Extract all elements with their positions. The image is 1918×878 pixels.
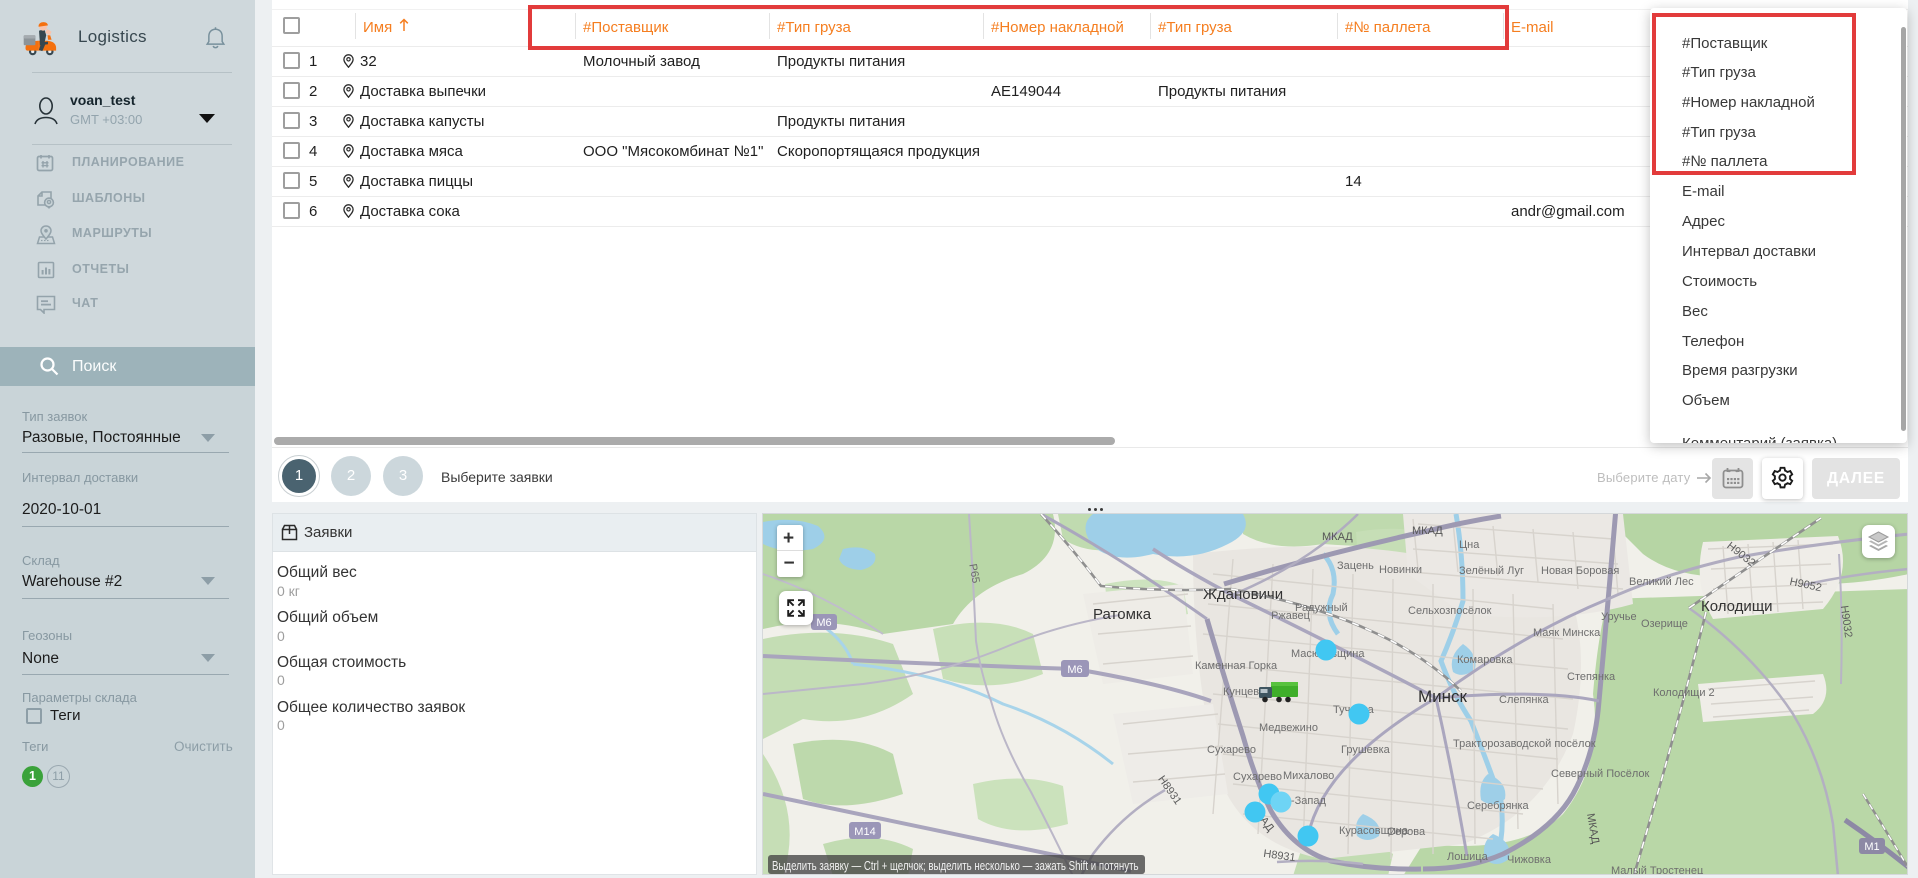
svg-text:Озерище: Озерище bbox=[1641, 618, 1688, 630]
svg-text:Цна: Цна bbox=[1459, 539, 1480, 551]
svg-text:Каменная Горка: Каменная Горка bbox=[1195, 660, 1278, 672]
svg-text:Северный Посёлок: Северный Посёлок bbox=[1551, 768, 1650, 780]
svg-text:Ратомка: Ратомка bbox=[1093, 606, 1152, 623]
svg-text:М14: М14 bbox=[854, 826, 875, 838]
svg-text:Серебрянка: Серебрянка bbox=[1467, 800, 1530, 812]
svg-text:Сухарево: Сухарево bbox=[1233, 771, 1282, 783]
svg-text:Медвежино: Медвежино bbox=[1259, 722, 1318, 734]
svg-text:Михалово: Михалово bbox=[1283, 770, 1334, 782]
svg-text:М6: М6 bbox=[816, 617, 831, 629]
svg-text:Уручье: Уручье bbox=[1601, 611, 1637, 623]
svg-text:Зацень: Зацень bbox=[1337, 560, 1374, 572]
svg-text:Сельхозпосёлок: Сельхозпосёлок bbox=[1408, 605, 1492, 617]
svg-text:Грушевка: Грушевка bbox=[1341, 744, 1391, 756]
svg-text:Новинки: Новинки bbox=[1379, 564, 1422, 576]
svg-text:МКАД: МКАД bbox=[1322, 531, 1353, 543]
svg-text:МКАД: МКАД bbox=[1412, 525, 1443, 537]
svg-text:Сухарево: Сухарево bbox=[1207, 744, 1256, 756]
svg-text:Великий Лес: Великий Лес bbox=[1629, 576, 1694, 588]
svg-text:Ждановичи: Ждановичи bbox=[1203, 586, 1283, 603]
svg-text:Минск: Минск bbox=[1418, 687, 1468, 706]
svg-text:Колодищи: Колодищи bbox=[1701, 598, 1773, 615]
svg-text:Слепянка: Слепянка bbox=[1499, 694, 1550, 706]
svg-text:М6: М6 bbox=[1067, 664, 1082, 676]
svg-text:Малый Тростенец: Малый Тростенец bbox=[1611, 865, 1704, 875]
svg-text:Новая Боровая: Новая Боровая bbox=[1541, 565, 1619, 577]
svg-text:Чижовка: Чижовка bbox=[1507, 854, 1552, 866]
svg-text:М1: М1 bbox=[1864, 841, 1879, 853]
svg-text:Комаровка: Комаровка bbox=[1457, 654, 1513, 666]
svg-text:Ржавец: Ржавец bbox=[1271, 610, 1311, 622]
svg-text:Колодищи 2: Колодищи 2 bbox=[1653, 687, 1715, 699]
svg-text:Степянка: Степянка bbox=[1567, 671, 1616, 683]
svg-text:Маяк Минска: Маяк Минска bbox=[1533, 627, 1601, 639]
svg-text:Серова: Серова bbox=[1387, 826, 1426, 838]
svg-text:Лошица: Лошица bbox=[1447, 851, 1489, 863]
svg-text:Зелёный Луг: Зелёный Луг bbox=[1459, 565, 1524, 577]
svg-text:Тракторозаводской посёлок: Тракторозаводской посёлок bbox=[1453, 738, 1596, 750]
